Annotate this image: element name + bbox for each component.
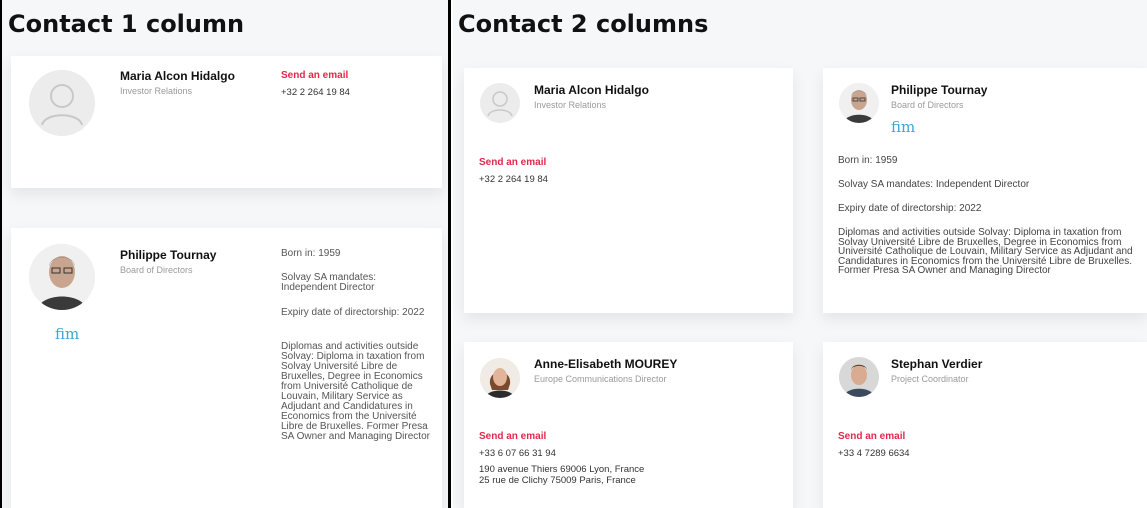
contact-address: 25 rue de Clichy 75009 Paris, France: [479, 475, 636, 486]
contact-card: fim Philippe Tournay Board of Directors …: [823, 68, 1147, 313]
send-email-link[interactable]: Send an email: [479, 431, 546, 442]
diplomas-text: Diplomas and activities outside Solvay: …: [838, 227, 1133, 276]
fim-logo-icon: fim: [55, 325, 80, 343]
contact-name: Anne-Elisabeth MOUREY: [534, 357, 678, 371]
born-text: Born in: 1959: [281, 248, 341, 259]
contact-1-column-panel: Contact 1 column Maria Alcon Hidalgo Inv…: [0, 0, 451, 508]
send-email-link[interactable]: Send an email: [281, 70, 348, 81]
contact-card: Maria Alcon Hidalgo Investor Relations S…: [464, 68, 793, 313]
send-email-link[interactable]: Send an email: [479, 157, 546, 168]
contact-role: Board of Directors: [120, 265, 193, 275]
contact-photo: [839, 83, 879, 123]
contact-phone: +33 6 07 66 31 94: [479, 448, 556, 459]
mandates-text: Solvay SA mandates: Independent Director: [281, 272, 377, 293]
contact-card: fim Philippe Tournay Board of Directors …: [11, 228, 442, 508]
contact-role: Board of Directors: [891, 100, 964, 110]
contact-role: Europe Communications Director: [534, 374, 667, 384]
contact-phone: +32 2 264 19 84: [479, 174, 548, 185]
contact-2-columns-panel: Contact 2 columns Maria Alcon Hidalgo In…: [453, 0, 1147, 508]
contact-card: Stephan Verdier Project Coordinator Send…: [823, 342, 1147, 508]
contact-name: Maria Alcon Hidalgo: [120, 69, 235, 83]
contact-role: Investor Relations: [534, 100, 607, 110]
contact-name: Stephan Verdier: [891, 357, 983, 371]
avatar-placeholder-icon: [480, 83, 520, 123]
panel-title: Contact 1 column: [8, 10, 245, 38]
contact-phone: +32 2 264 19 84: [281, 87, 350, 98]
fim-logo-icon: fim: [891, 118, 916, 136]
contact-photo: [29, 244, 95, 310]
mandates-text: Solvay SA mandates: Independent Director: [838, 179, 1030, 190]
send-email-link[interactable]: Send an email: [838, 431, 905, 442]
contact-phone: +33 4 7289 6634: [838, 448, 910, 459]
contact-role: Project Coordinator: [891, 374, 969, 384]
avatar-placeholder-icon: [29, 70, 95, 136]
contact-role: Investor Relations: [120, 86, 193, 96]
contact-name: Philippe Tournay: [891, 83, 988, 97]
contact-name: Philippe Tournay: [120, 248, 217, 262]
expiry-text: Expiry date of directorship: 2022: [281, 307, 425, 318]
contact-card: Anne-Elisabeth MOUREY Europe Communicati…: [464, 342, 793, 508]
born-text: Born in: 1959: [838, 155, 898, 166]
contact-address: 190 avenue Thiers 69006 Lyon, France: [479, 464, 645, 475]
diplomas-text: Diplomas and activities outside Solvay: …: [281, 341, 430, 442]
panel-title: Contact 2 columns: [458, 10, 709, 38]
contact-photo: [839, 357, 879, 397]
contact-card: Maria Alcon Hidalgo Investor Relations S…: [11, 56, 442, 188]
expiry-text: Expiry date of directorship: 2022: [838, 203, 982, 214]
contact-photo: [480, 358, 520, 398]
contact-name: Maria Alcon Hidalgo: [534, 83, 649, 97]
